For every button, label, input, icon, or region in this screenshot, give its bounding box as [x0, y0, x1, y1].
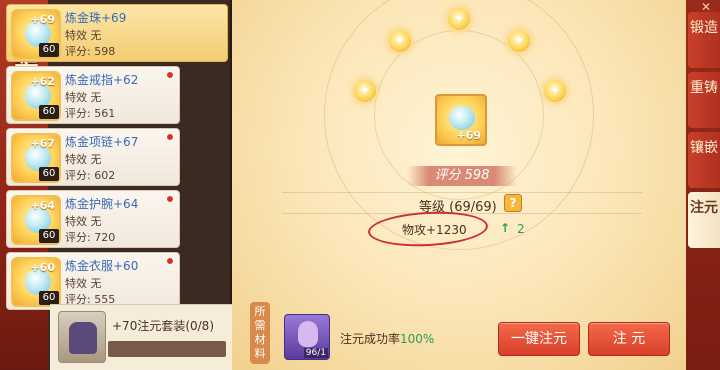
item-level: 60: [39, 291, 59, 305]
item-plus: +60: [30, 261, 55, 274]
material-item[interactable]: 96/1: [284, 314, 330, 360]
set-progress-bar: [108, 341, 226, 357]
item-plus: +64: [30, 199, 55, 212]
up-arrow-icon: ↑: [500, 221, 511, 235]
flame-slot-icon[interactable]: ✦: [387, 28, 413, 54]
stat-value: 物攻+1230: [402, 223, 467, 237]
item-plus: +62: [30, 75, 55, 88]
equipment-item[interactable]: +64 60 炼金护腕+64 特效 无 评分: 720: [6, 190, 180, 248]
selected-item-icon[interactable]: +69: [435, 94, 487, 146]
item-effect: 特效 无: [65, 277, 102, 290]
one-click-inject-button[interactable]: 一键注元: [498, 322, 580, 356]
equipment-item[interactable]: +67 60 炼金项链+67 特效 无 评分: 602: [6, 128, 180, 186]
item-name: 炼金项链+67: [65, 135, 139, 149]
gem-icon: [449, 106, 475, 130]
tab-inject[interactable]: 注元: [688, 192, 720, 248]
equipment-item[interactable]: +69 60 炼金珠+69 特效 无 评分: 598: [6, 4, 228, 62]
item-level: 60: [39, 167, 59, 181]
score-banner: 评分 598: [407, 166, 517, 186]
flame-slot-icon[interactable]: ✦: [446, 6, 472, 32]
equipment-item[interactable]: +60 60 炼金衣服+60 特效 无 评分: 555: [6, 252, 180, 310]
item-plus: +69: [30, 13, 55, 26]
help-button[interactable]: ?: [504, 194, 522, 212]
tab-forge[interactable]: 锻造: [688, 12, 720, 68]
potion-icon: [298, 321, 318, 347]
item-level: 60: [39, 43, 59, 57]
item-score: 评分: 561: [65, 107, 116, 120]
notification-dot: [166, 195, 174, 203]
material-count: 96/1: [303, 348, 328, 358]
item-score: 评分: 602: [65, 169, 116, 182]
item-score: 评分: 598: [65, 45, 116, 58]
flame-slot-icon[interactable]: ✦: [542, 78, 568, 104]
item-effect: 特效 无: [65, 153, 102, 166]
item-thumbnail: +62 60: [11, 71, 61, 121]
item-level: 60: [39, 105, 59, 119]
item-effect: 特效 无: [65, 215, 102, 228]
notification-dot: [166, 71, 174, 79]
set-bonus-row[interactable]: +70注元套装(0/8): [50, 304, 232, 370]
item-effect: 特效 无: [65, 29, 102, 42]
set-armor-icon: [58, 311, 106, 363]
item-thumbnail: +67 60: [11, 133, 61, 183]
item-score: 评分: 720: [65, 231, 116, 244]
stat-increase: 2: [517, 222, 525, 236]
success-rate: 注元成功率100%: [340, 330, 434, 347]
item-thumbnail: +69 60: [11, 9, 61, 59]
notification-dot: [166, 257, 174, 265]
success-rate-value: 100%: [400, 332, 435, 346]
material-tag: 所需材料: [250, 302, 270, 364]
notification-dot: [166, 133, 174, 141]
equipment-item[interactable]: +62 60 炼金戒指+62 特效 无 评分: 561: [6, 66, 180, 124]
item-thumbnail: +60 60: [11, 257, 61, 307]
item-level: 60: [39, 229, 59, 243]
item-name: 炼金衣服+60: [65, 259, 139, 273]
success-rate-label: 注元成功率: [340, 332, 401, 346]
robe-icon: [69, 322, 97, 354]
flame-slot-icon[interactable]: ✦: [506, 28, 532, 54]
flame-slot-icon[interactable]: ✦: [352, 78, 378, 104]
item-name: 炼金护腕+64: [65, 197, 139, 211]
set-bonus-label: +70注元套装(0/8): [112, 319, 215, 333]
item-name: 炼金戒指+62: [65, 73, 139, 87]
item-thumbnail: +64 60: [11, 195, 61, 245]
tab-recast[interactable]: 重铸: [688, 72, 720, 128]
item-effect: 特效 无: [65, 91, 102, 104]
tab-inlay[interactable]: 镶嵌: [688, 132, 720, 188]
item-plus: +67: [30, 137, 55, 150]
selected-item-plus: +69: [456, 129, 481, 142]
item-name: 炼金珠+69: [65, 11, 127, 25]
inject-button[interactable]: 注 元: [588, 322, 670, 356]
